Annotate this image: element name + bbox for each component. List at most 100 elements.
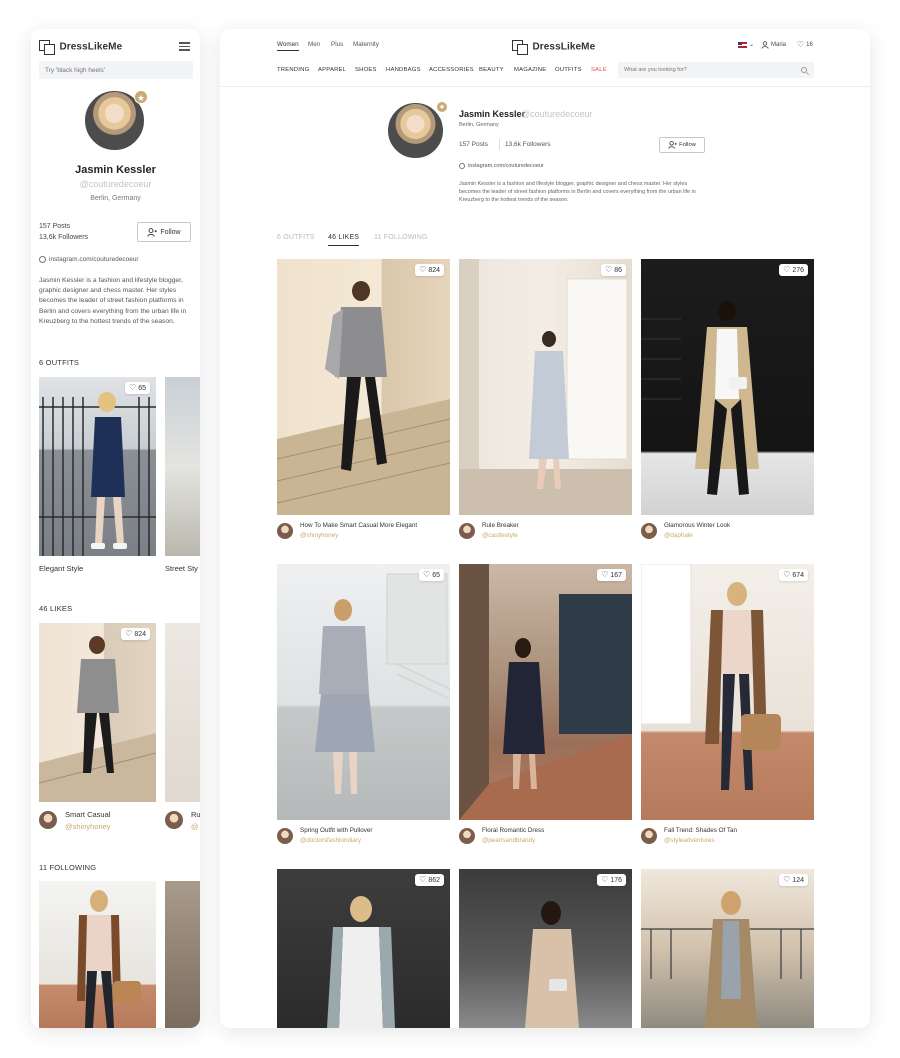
gender-tab-men[interactable]: Men bbox=[308, 41, 320, 48]
look-photo[interactable]: ♡ 176 bbox=[459, 869, 632, 1028]
liked-title[interactable]: Smart Casual bbox=[65, 810, 110, 819]
user-avatar[interactable] bbox=[39, 811, 57, 829]
nav-sale[interactable]: SALE bbox=[591, 67, 607, 73]
nav-shoes[interactable]: SHOES bbox=[355, 67, 377, 73]
liked-user[interactable]: @shinyhoney bbox=[65, 822, 111, 831]
outfit-photo[interactable] bbox=[165, 377, 200, 556]
like-badge[interactable]: ♡ 86 bbox=[601, 264, 626, 276]
followers-count[interactable]: 13,6k Followers bbox=[505, 141, 551, 148]
nav-apparel[interactable]: APPAREL bbox=[318, 67, 346, 73]
logo-icon bbox=[39, 39, 55, 55]
globe-icon bbox=[459, 163, 465, 169]
like-badge[interactable]: ♡ 167 bbox=[597, 569, 626, 581]
like-badge[interactable]: ♡ 862 bbox=[415, 874, 444, 886]
look-photo[interactable]: ♡ 65 bbox=[277, 564, 450, 820]
tab-likes[interactable]: 46 LIKES bbox=[328, 234, 360, 246]
liked-title[interactable]: Ru bbox=[191, 810, 200, 819]
look-title[interactable]: Fall Trend: Shades Of Tan bbox=[664, 827, 737, 834]
tab-outfits[interactable]: 6 OUTFITS bbox=[277, 234, 315, 241]
instagram-link[interactable]: instagram.com/couturedecoeur bbox=[459, 163, 544, 169]
nav-accessories[interactable]: ACCESSORIES bbox=[429, 67, 474, 73]
user-avatar[interactable] bbox=[641, 523, 657, 539]
user-avatar[interactable] bbox=[277, 523, 293, 539]
instagram-link[interactable]: instagram.com/couturedecoeur bbox=[39, 256, 139, 263]
nav-trending[interactable]: TRENDING bbox=[277, 67, 309, 73]
user-avatar[interactable] bbox=[277, 828, 293, 844]
outfit-photo[interactable]: ♡ 65 bbox=[39, 377, 156, 556]
look-photo[interactable]: ♡ 167 bbox=[459, 564, 632, 820]
language-selector[interactable]: ⌄ bbox=[738, 41, 754, 48]
heart-icon: ♡ bbox=[419, 265, 427, 274]
look-title[interactable]: Floral Romantic Dress bbox=[482, 827, 544, 834]
nav-magazine[interactable]: MAGAZINE bbox=[514, 67, 546, 73]
profile-handle[interactable]: @couturedecoeur bbox=[521, 109, 593, 119]
heart-icon: ♡ bbox=[783, 265, 791, 274]
look-title[interactable]: Spring Outfit with Pullover bbox=[300, 827, 372, 834]
liked-user[interactable]: @ bbox=[191, 822, 199, 831]
add-user-icon bbox=[668, 141, 677, 149]
look-user[interactable]: @shinyhoney bbox=[300, 532, 338, 539]
like-badge[interactable]: ♡ 176 bbox=[597, 874, 626, 886]
gender-tab-women[interactable]: Women bbox=[277, 41, 299, 51]
look-user[interactable]: @castlestyle bbox=[482, 532, 518, 539]
user-name: Maria bbox=[771, 42, 787, 48]
search-icon[interactable] bbox=[801, 67, 807, 73]
look-photo[interactable]: ♡ 124 bbox=[641, 869, 814, 1028]
user-avatar[interactable] bbox=[641, 828, 657, 844]
profile-handle[interactable]: @couturedecoeur bbox=[31, 179, 200, 189]
follow-button[interactable]: Follow bbox=[137, 222, 191, 242]
nav-beauty[interactable]: BEAUTY bbox=[479, 67, 504, 73]
like-badge[interactable]: ♡ 674 bbox=[779, 569, 808, 581]
favorites-link[interactable]: ♡ 16 bbox=[797, 41, 813, 49]
look-user[interactable]: @pearlsandbrandy bbox=[482, 837, 535, 844]
liked-photo[interactable] bbox=[165, 623, 200, 802]
nav-handbags[interactable]: HANDBAGS bbox=[386, 67, 421, 73]
following-photo[interactable] bbox=[165, 881, 200, 1028]
profile-name: Jasmin Kessler bbox=[459, 109, 526, 119]
following-photo[interactable] bbox=[39, 881, 156, 1028]
globe-icon bbox=[39, 256, 46, 263]
add-user-icon bbox=[147, 227, 158, 237]
brand-logo[interactable]: DressLikeMe bbox=[39, 38, 122, 56]
user-menu[interactable]: Maria bbox=[761, 41, 786, 49]
gender-tab-plus[interactable]: Plus bbox=[331, 41, 343, 48]
look-title[interactable]: How To Make Smart Casual More Elegant bbox=[300, 522, 417, 529]
like-badge[interactable]: ♡ 824 bbox=[415, 264, 444, 276]
gender-tab-maternity[interactable]: Maternity bbox=[353, 41, 379, 48]
user-avatar[interactable] bbox=[459, 828, 475, 844]
brand-name: DressLikeMe bbox=[532, 41, 596, 53]
look-user[interactable]: @doctorsfashiondiary bbox=[300, 837, 361, 844]
liked-photo[interactable]: ♡ 824 bbox=[39, 623, 156, 802]
user-avatar[interactable] bbox=[165, 811, 183, 829]
search-input[interactable] bbox=[618, 62, 814, 78]
look-photo[interactable]: ♡ 276 bbox=[641, 259, 814, 515]
follow-button[interactable]: Follow bbox=[659, 137, 705, 153]
followers-count[interactable]: 13,6k Followers bbox=[39, 234, 88, 241]
like-badge[interactable]: ♡ 276 bbox=[779, 264, 808, 276]
nav-outfits[interactable]: OUTFITS bbox=[555, 67, 582, 73]
star-icon: ★ bbox=[436, 101, 448, 113]
hamburger-menu-icon[interactable] bbox=[179, 42, 190, 51]
brand-logo[interactable]: DressLikeMe bbox=[512, 38, 595, 56]
profile-avatar: ★ bbox=[386, 101, 448, 160]
profile-name: Jasmin Kessler bbox=[75, 164, 156, 176]
heart-icon: ♡ bbox=[601, 875, 609, 884]
like-badge[interactable]: ♡ 824 bbox=[121, 628, 150, 640]
look-title[interactable]: Rule Breaker bbox=[482, 522, 519, 529]
look-photo[interactable]: ♡ 674 bbox=[641, 564, 814, 820]
look-user[interactable]: @daphale bbox=[664, 532, 693, 539]
look-photo[interactable]: ♡ 862 bbox=[277, 869, 450, 1028]
like-badge[interactable]: ♡ 65 bbox=[125, 382, 150, 394]
user-avatar[interactable] bbox=[459, 523, 475, 539]
like-badge[interactable]: ♡ 124 bbox=[779, 874, 808, 886]
posts-count: 157 Posts bbox=[459, 141, 488, 148]
look-photo[interactable]: ♡ 86 bbox=[459, 259, 632, 515]
look-title[interactable]: Glamorous Winter Look bbox=[664, 522, 730, 529]
tab-following[interactable]: 11 FOLLOWING bbox=[374, 234, 428, 241]
look-photo[interactable]: ♡ 824 bbox=[277, 259, 450, 515]
look-user[interactable]: @styleadventures bbox=[664, 837, 715, 844]
search-input[interactable] bbox=[39, 61, 193, 79]
like-badge[interactable]: ♡ 65 bbox=[419, 569, 444, 581]
outfit-title[interactable]: Street Sty bbox=[165, 564, 198, 573]
outfit-title[interactable]: Elegant Style bbox=[39, 564, 83, 573]
